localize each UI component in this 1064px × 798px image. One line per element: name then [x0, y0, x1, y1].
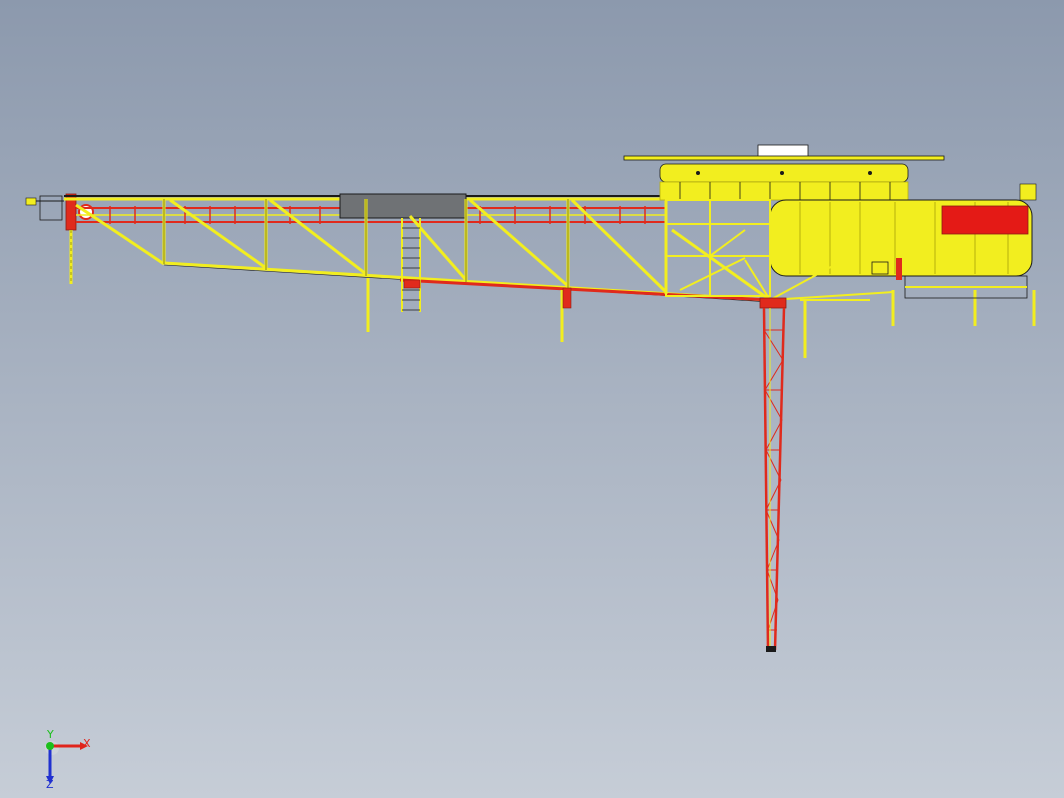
graphics-viewport[interactable]: X Y Z — [0, 0, 1064, 798]
lattice-mast[interactable] — [759, 297, 787, 652]
triad-y-label: Y — [46, 730, 54, 741]
red-warning-panel — [941, 205, 1029, 235]
drum-housing[interactable] — [769, 183, 1037, 299]
support-legs[interactable] — [366, 278, 1036, 358]
grey-cover-panel[interactable] — [339, 193, 467, 219]
triad-x-label: X — [83, 737, 91, 750]
access-ladder[interactable] — [401, 218, 421, 312]
cad-model-view[interactable] — [0, 0, 1064, 798]
reference-triad: X Y Z — [45, 730, 91, 790]
transition-frame[interactable] — [665, 199, 771, 297]
triad-y-axis — [46, 742, 54, 750]
slewing-platform[interactable] — [623, 144, 945, 201]
triad-z-label: Z — [46, 778, 54, 790]
